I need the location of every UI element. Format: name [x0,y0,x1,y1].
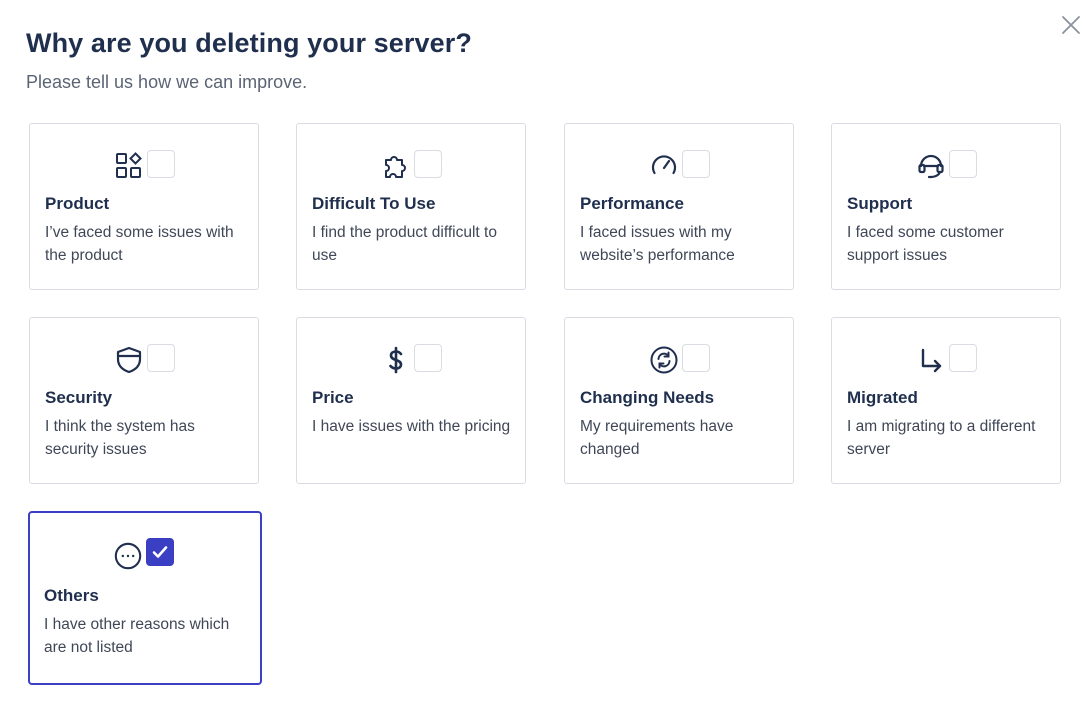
refresh-circle-icon [649,345,679,375]
puzzle-icon [381,151,411,181]
option-description: I faced some customer support issues [847,224,1004,264]
option-card-performance[interactable]: Performance I faced issues with my websi… [564,123,794,290]
option-title: Price [312,388,354,407]
option-title: Product [45,194,110,213]
option-checkbox[interactable] [414,344,442,372]
option-checkbox[interactable] [682,344,710,372]
widgets-icon [114,151,144,181]
option-card-migrated[interactable]: Migrated I am migrating to a different s… [831,317,1061,484]
option-card-support[interactable]: Support I faced some customer support is… [831,123,1061,290]
option-title: Performance [580,194,684,213]
option-card-changing-needs[interactable]: Changing Needs My requirements have chan… [564,317,794,484]
dialog-subtitle: Please tell us how we can improve. [26,72,308,92]
option-checkbox-checked[interactable] [146,538,174,566]
arrow-turn-right-icon [916,345,946,375]
option-description: I think the system has security issues [45,418,195,458]
option-title: Difficult To Use [312,194,436,213]
option-card-security[interactable]: Security I think the system has security… [29,317,259,484]
option-card-others[interactable]: Others I have other reasons which are no… [28,511,262,685]
headset-icon [916,151,946,181]
option-description: I faced issues with my website’s perform… [580,224,735,264]
close-icon [1062,16,1080,34]
option-description: I have other reasons which are not liste… [44,616,230,656]
option-card-difficult-to-use[interactable]: Difficult To Use I find the product diff… [296,123,526,290]
option-title: Others [44,586,99,605]
option-checkbox[interactable] [949,150,977,178]
more-horizontal-icon [113,541,143,571]
shield-icon [114,345,144,375]
delete-server-dialog: Why are you deleting your server? Please… [0,0,1086,724]
speedometer-icon [649,151,679,181]
dollar-icon [381,345,411,375]
option-title: Changing Needs [580,388,715,407]
option-description: I’ve faced some issues with the product [45,224,234,264]
option-title: Migrated [847,388,918,407]
option-title: Security [45,388,113,407]
option-checkbox[interactable] [147,150,175,178]
option-checkbox[interactable] [414,150,442,178]
option-card-price[interactable]: Price I have issues with the pricing [296,317,526,484]
option-checkbox[interactable] [682,150,710,178]
option-description: I am migrating to a different server [847,418,1036,458]
option-description: I have issues with the pricing [312,418,511,435]
option-description: I find the product difficult to use [312,224,497,264]
checkmark-icon [152,546,168,558]
option-title: Support [847,194,913,213]
option-checkbox[interactable] [147,344,175,372]
option-description: My requirements have changed [580,418,734,458]
dialog-title: Why are you deleting your server? [26,28,472,58]
option-checkbox[interactable] [949,344,977,372]
close-button[interactable] [1058,12,1084,38]
option-card-product[interactable]: Product I’ve faced some issues with the … [29,123,259,290]
